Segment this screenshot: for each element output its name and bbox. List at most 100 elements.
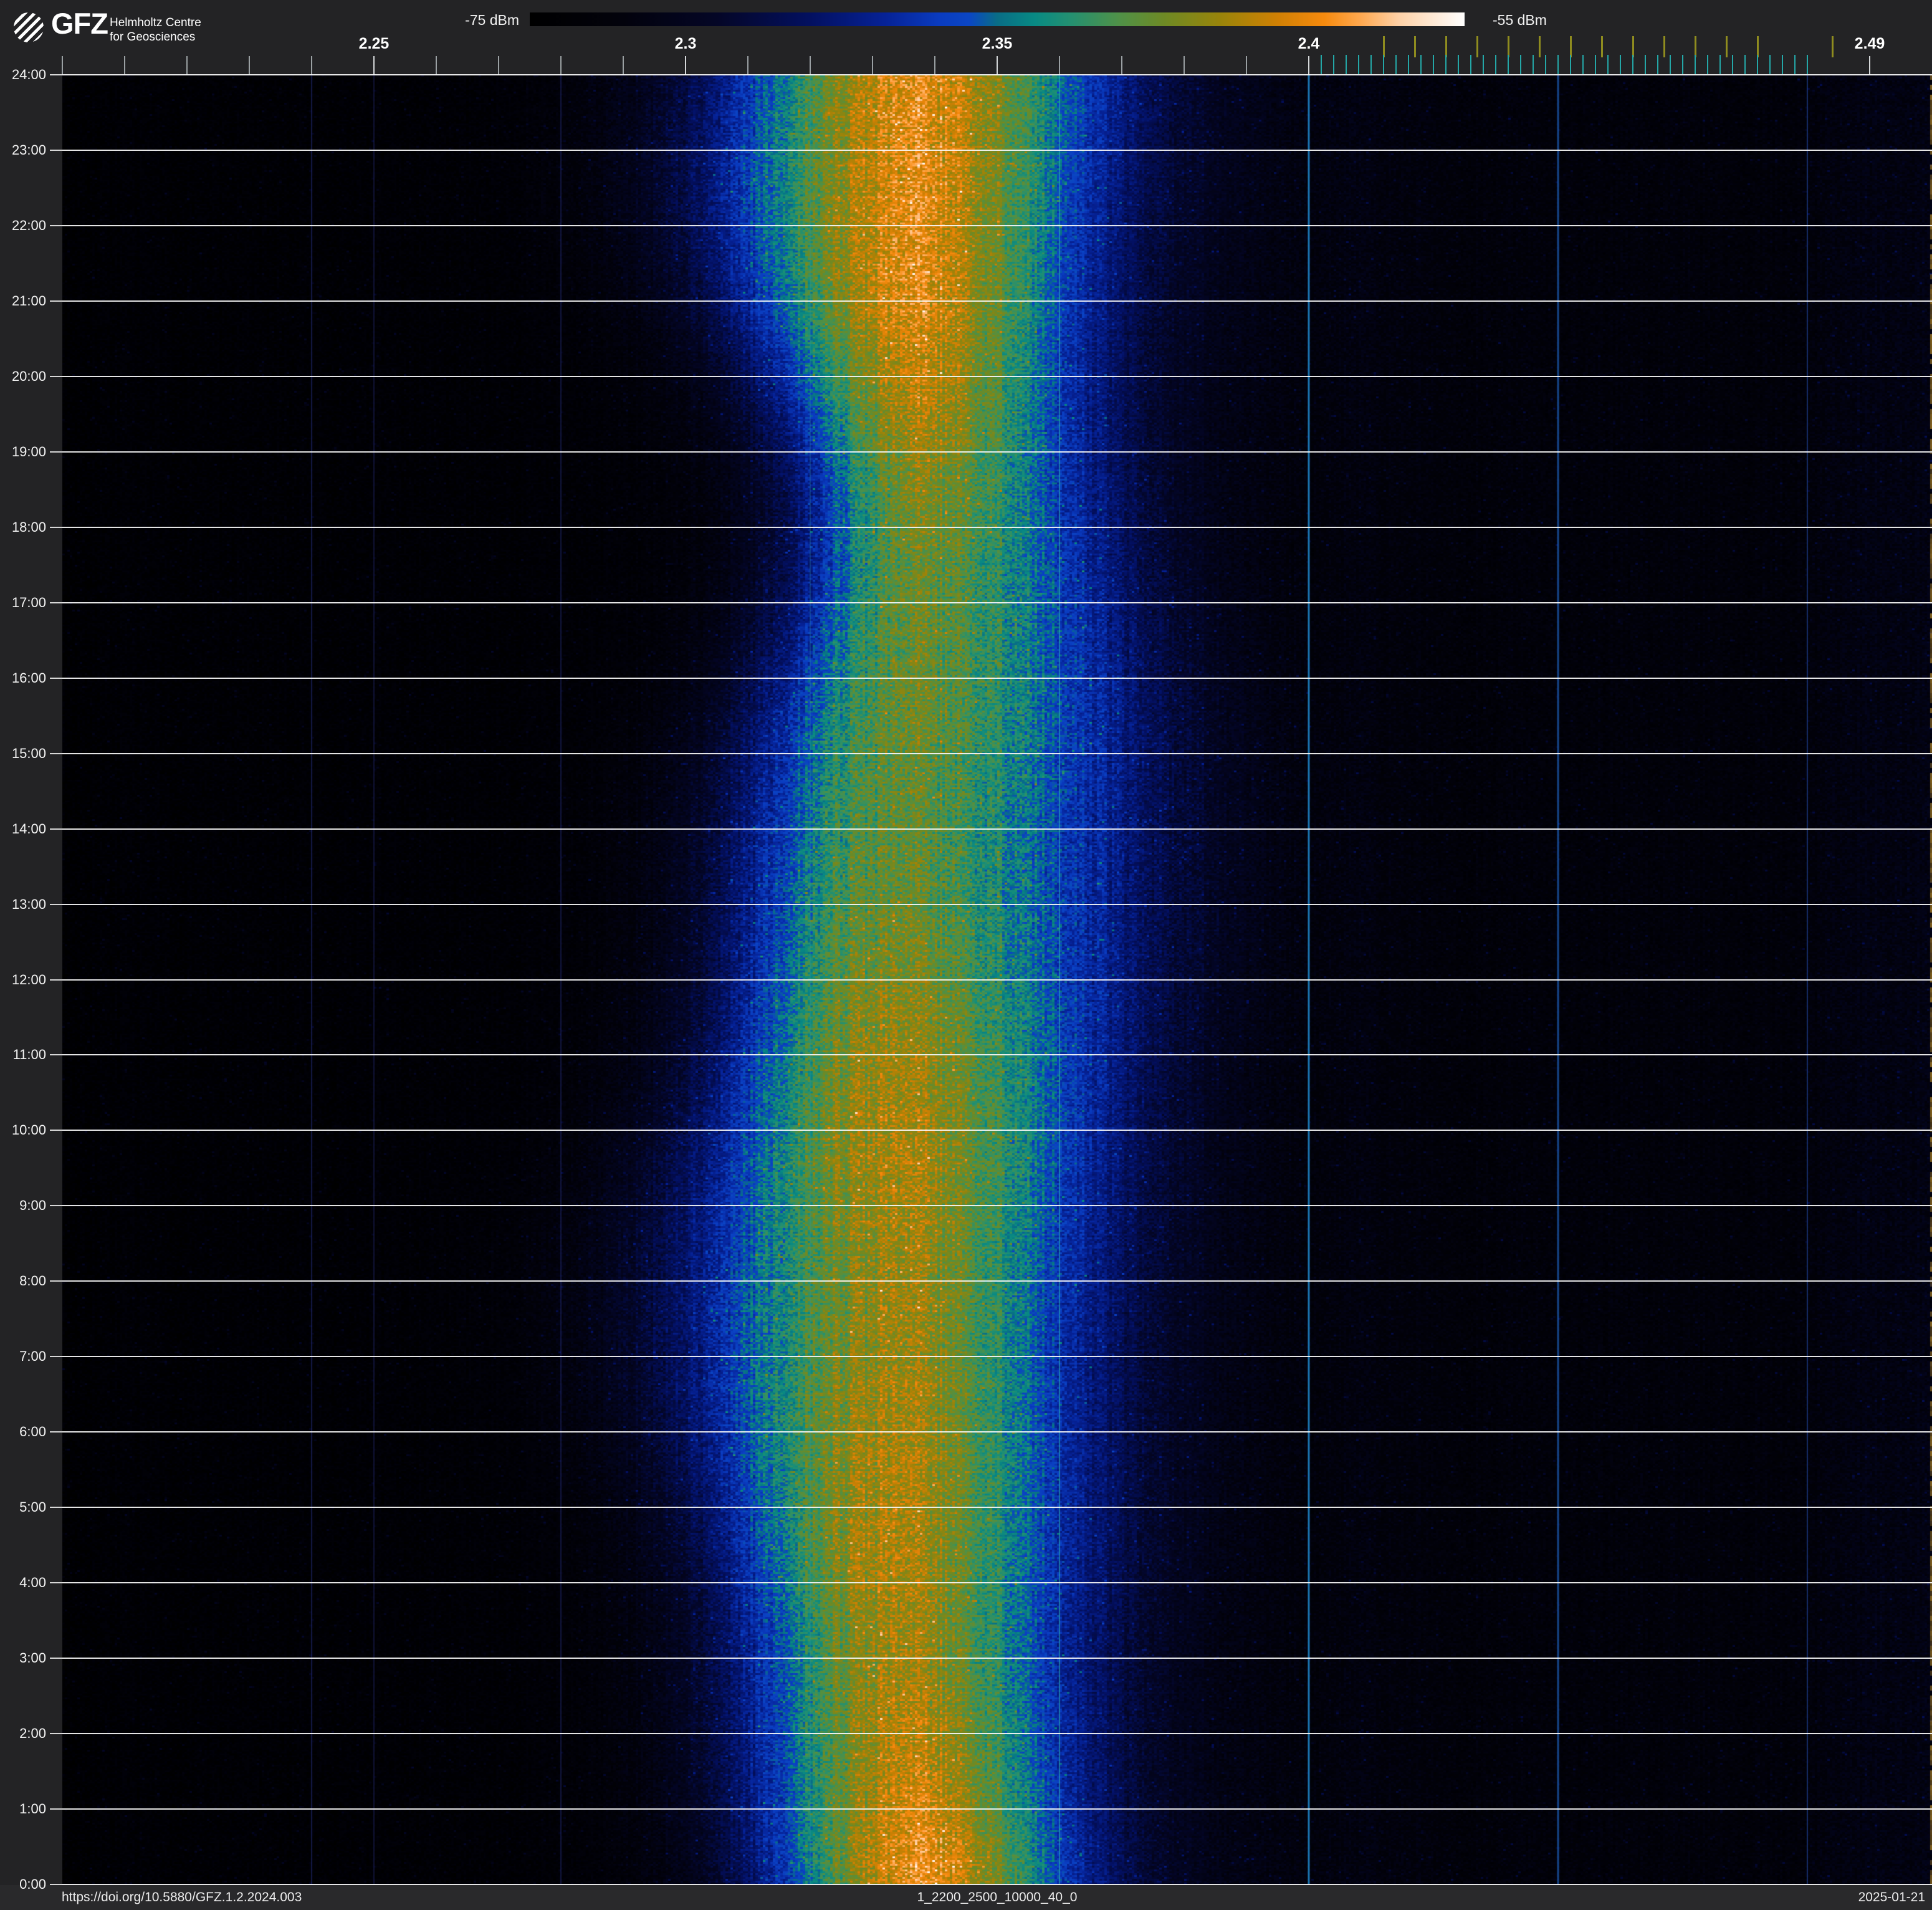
freq-tick xyxy=(1308,56,1309,75)
freq-tick xyxy=(623,56,624,75)
hour-tick xyxy=(50,1054,62,1056)
hour-label: 23:00 xyxy=(11,142,46,158)
freq-tick xyxy=(373,56,375,75)
hour-gridline xyxy=(62,375,1932,377)
hour-tick xyxy=(50,1582,62,1584)
logo-subtitle: Helmholtz Centre for Geosciences xyxy=(110,16,201,44)
freq-tick xyxy=(872,56,873,75)
ble-channel-tick xyxy=(1582,55,1584,74)
hour-tick xyxy=(50,752,62,754)
ble-channel-tick xyxy=(1408,55,1409,74)
ble-channel-tick xyxy=(1719,55,1721,74)
hour-label: 8:00 xyxy=(19,1273,46,1289)
hour-gridline xyxy=(62,224,1932,226)
freq-tick-label: 2.35 xyxy=(982,35,1013,52)
ble-channel-tick xyxy=(1682,55,1683,74)
hour-gridline xyxy=(62,1582,1932,1584)
hour-gridline xyxy=(62,1431,1932,1433)
freq-tick xyxy=(934,56,935,75)
hour-tick xyxy=(50,1130,62,1131)
doi-link[interactable]: https://doi.org/10.5880/GFZ.1.2.2024.003 xyxy=(62,1890,302,1905)
hour-gridline xyxy=(62,979,1932,981)
hour-tick xyxy=(50,828,62,830)
ble-channel-tick xyxy=(1420,55,1422,74)
ble-channel-tick xyxy=(1445,55,1447,74)
freq-tick xyxy=(249,56,250,75)
hour-tick xyxy=(50,1431,62,1433)
dataset-title: 1_2200_2500_10000_40_0 xyxy=(917,1890,1078,1904)
hour-label: 15:00 xyxy=(11,745,46,761)
ble-channel-tick xyxy=(1470,55,1471,74)
ble-channel-tick xyxy=(1620,55,1621,74)
ble-channel-tick xyxy=(1595,55,1596,74)
freq-tick xyxy=(1246,56,1247,75)
ble-channel-tick xyxy=(1395,55,1397,74)
wifi-channel-tick xyxy=(1756,36,1759,57)
ble-channel-tick xyxy=(1533,55,1534,74)
ble-channel-tick xyxy=(1807,55,1808,74)
freq-tick xyxy=(747,56,748,75)
logo-subtitle-line1: Helmholtz Centre xyxy=(110,16,201,29)
hour-gridline xyxy=(62,1733,1932,1735)
hour-label: 1:00 xyxy=(19,1801,46,1817)
hour-label: 24:00 xyxy=(11,67,46,82)
hour-label: 9:00 xyxy=(19,1197,46,1214)
hour-label: 13:00 xyxy=(11,896,46,912)
ble-channel-tick xyxy=(1495,55,1496,74)
hour-label: 2:00 xyxy=(19,1725,46,1742)
freq-tick xyxy=(997,56,998,75)
hour-gridline xyxy=(62,1507,1932,1509)
freq-tick-label: 2.3 xyxy=(674,35,697,52)
ble-channel-tick xyxy=(1520,55,1521,74)
wifi-channel-tick xyxy=(1538,36,1541,57)
freq-tick xyxy=(436,56,437,75)
hour-tick xyxy=(50,979,62,981)
ble-channel-tick xyxy=(1769,55,1771,74)
hour-tick xyxy=(50,224,62,226)
hour-tick xyxy=(50,1356,62,1358)
wifi-channel-tick xyxy=(1445,36,1447,57)
freq-tick-label: 2.4 xyxy=(1298,35,1320,52)
logo-subtitle-line2: for Geosciences xyxy=(110,31,196,44)
hour-label: 16:00 xyxy=(11,669,46,686)
hour-label: 7:00 xyxy=(19,1348,46,1365)
ble-channel-tick xyxy=(1782,55,1783,74)
ble-channel-tick xyxy=(1744,55,1746,74)
hour-gridline xyxy=(62,602,1932,603)
hour-tick xyxy=(50,451,62,453)
ble-channel-tick xyxy=(1545,55,1546,74)
hour-label: 10:00 xyxy=(11,1122,46,1138)
wifi-channel-tick xyxy=(1507,36,1509,57)
hour-gridline xyxy=(62,1280,1932,1282)
hour-tick xyxy=(50,1884,62,1885)
hour-gridline xyxy=(62,1356,1932,1358)
hour-label: 0:00 xyxy=(19,1876,46,1892)
wifi-channel-tick xyxy=(1476,36,1478,57)
ble-channel-tick xyxy=(1433,55,1434,74)
hour-gridline xyxy=(62,300,1932,302)
wifi-channel-tick xyxy=(1663,36,1665,57)
ble-channel-tick xyxy=(1483,55,1484,74)
freq-tick xyxy=(311,56,312,75)
ble-channel-tick xyxy=(1707,55,1708,74)
ble-channel-tick xyxy=(1607,55,1609,74)
hour-tick xyxy=(50,149,62,151)
hour-label: 12:00 xyxy=(11,971,46,987)
hour-gridline xyxy=(62,1884,1932,1885)
hour-label: 19:00 xyxy=(11,443,46,459)
wifi-channel-tick xyxy=(1725,36,1728,57)
ble-channel-tick xyxy=(1757,55,1758,74)
colorbar-gradient xyxy=(530,12,1465,26)
ble-channel-tick xyxy=(1346,55,1347,74)
wifi-channel-tick xyxy=(1831,36,1834,57)
hour-gridline xyxy=(62,1130,1932,1131)
hour-tick xyxy=(50,1280,62,1282)
ble-channel-tick xyxy=(1383,55,1384,74)
freq-tick-label: 2.49 xyxy=(1854,35,1885,52)
freq-tick-label: 2.25 xyxy=(358,35,390,52)
freq-tick xyxy=(810,56,811,75)
hour-tick xyxy=(50,1658,62,1659)
hour-tick xyxy=(50,375,62,377)
ble-channel-tick xyxy=(1670,55,1671,74)
wifi-channel-tick xyxy=(1382,36,1385,57)
